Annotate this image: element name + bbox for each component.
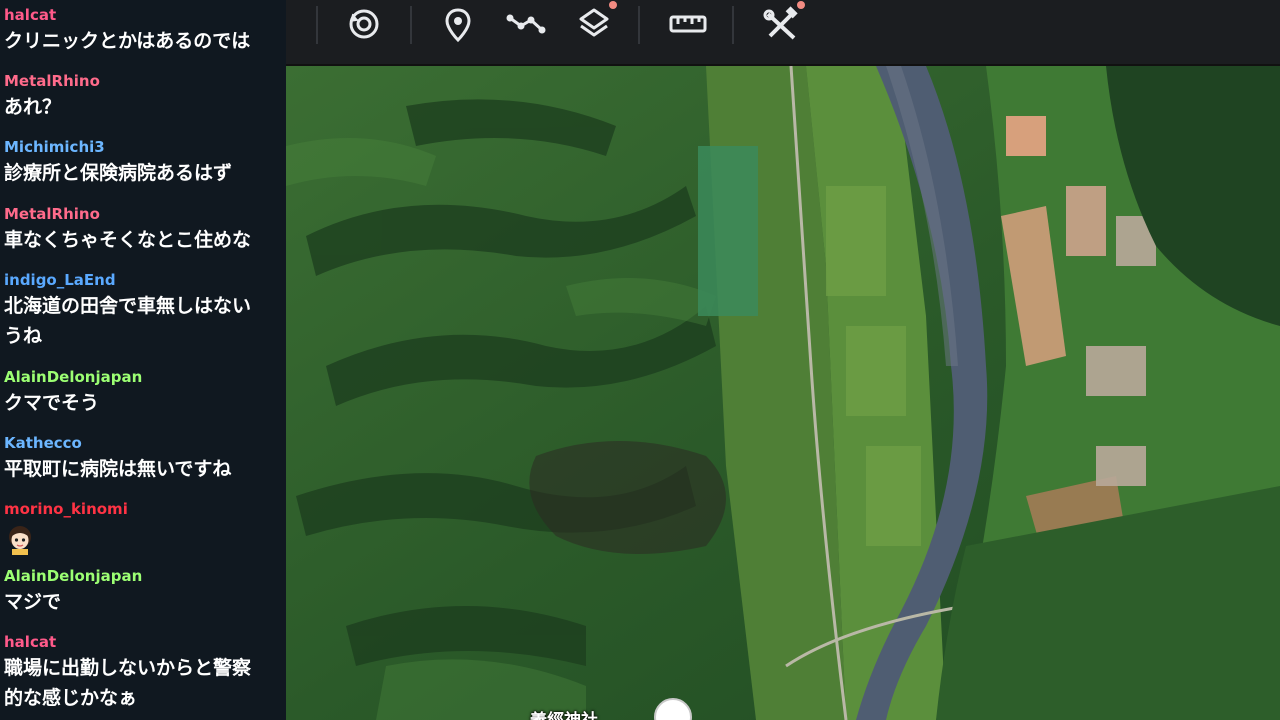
chat-message: MetalRhino 車なくちゃそくなとこ住めな xyxy=(4,205,286,255)
chat-text: 北海道の田舎で車無しはない xyxy=(4,295,252,317)
character-emote xyxy=(4,523,36,555)
chat-panel: halcat クリニックとかはあるのでは MetalRhino あれ？ Mich… xyxy=(0,0,286,720)
chat-message: MetalRhino あれ？ xyxy=(4,72,286,122)
chat-message: indigo_LaEnd 北海道の田舎で車無しはない うね xyxy=(4,271,286,351)
toolbar-divider xyxy=(316,6,318,44)
chat-text: マジで xyxy=(4,591,62,613)
map-pin-icon xyxy=(445,8,471,43)
chat-text: 職場に出勤しないからと警察 xyxy=(4,657,252,679)
satellite-imagery xyxy=(286,66,1280,720)
toolbar-divider xyxy=(638,6,640,44)
map-toolbar xyxy=(286,0,1280,66)
notification-dot xyxy=(609,1,617,9)
chat-text-continued: 的な感じかなぁ xyxy=(4,687,138,709)
chat-message: halcat クリニックとかはあるのでは xyxy=(4,6,286,56)
chat-text: 平取町に病院は無いですね xyxy=(4,458,232,480)
chat-message: halcat 職場に出勤しないからと警察 的な感じかなぁ xyxy=(4,633,286,713)
chat-text: 車なくちゃそくなとこ住めな xyxy=(4,229,252,251)
chat-username[interactable]: Kathecco xyxy=(4,434,286,452)
chat-username[interactable]: AlainDelonjapan xyxy=(4,567,286,585)
ruler-icon xyxy=(669,15,707,33)
path-icon xyxy=(506,14,546,34)
chat-username[interactable]: AlainDelonjapan xyxy=(4,368,286,386)
layers-icon xyxy=(579,8,609,37)
chat-username[interactable]: MetalRhino xyxy=(4,72,286,90)
chat-username[interactable]: halcat xyxy=(4,633,286,651)
chat-username[interactable]: morino_kinomi xyxy=(4,500,286,518)
satellite-map[interactable]: 義經神社 xyxy=(286,66,1280,720)
chat-message: AlainDelonjapan マジで xyxy=(4,567,286,617)
chat-username[interactable]: indigo_LaEnd xyxy=(4,271,286,289)
chat-message: Kathecco 平取町に病院は無いですね xyxy=(4,434,286,484)
tools-button[interactable] xyxy=(760,1,805,44)
place-label[interactable]: 義經神社 xyxy=(530,706,598,720)
measure-button[interactable] xyxy=(666,4,710,44)
chat-message: AlainDelonjapan クマでそう xyxy=(4,368,286,418)
chat-message: Michimichi3 診療所と保険病院あるはず xyxy=(4,138,286,188)
measure-tools-icon xyxy=(763,6,798,40)
layers-button[interactable] xyxy=(572,1,617,44)
chat-text-continued: うね xyxy=(4,325,43,347)
chat-text: あれ？ xyxy=(4,96,62,118)
chat-username[interactable]: halcat xyxy=(4,6,286,24)
chat-text: 診療所と保険病院あるはず xyxy=(4,162,233,184)
add-placemark-button[interactable] xyxy=(436,4,480,44)
chat-username[interactable]: Michimichi3 xyxy=(4,138,286,156)
chat-text: クリニックとかはあるのでは xyxy=(4,30,251,52)
history-icon xyxy=(349,9,379,39)
chat-message: morino_kinomi xyxy=(4,500,286,555)
chat-username[interactable]: MetalRhino xyxy=(4,205,286,223)
history-button[interactable] xyxy=(342,4,386,44)
draw-path-button[interactable] xyxy=(504,4,548,44)
toolbar-divider xyxy=(732,6,734,44)
notification-dot xyxy=(797,1,805,9)
chat-text: クマでそう xyxy=(4,392,100,414)
toolbar-divider xyxy=(410,6,412,44)
